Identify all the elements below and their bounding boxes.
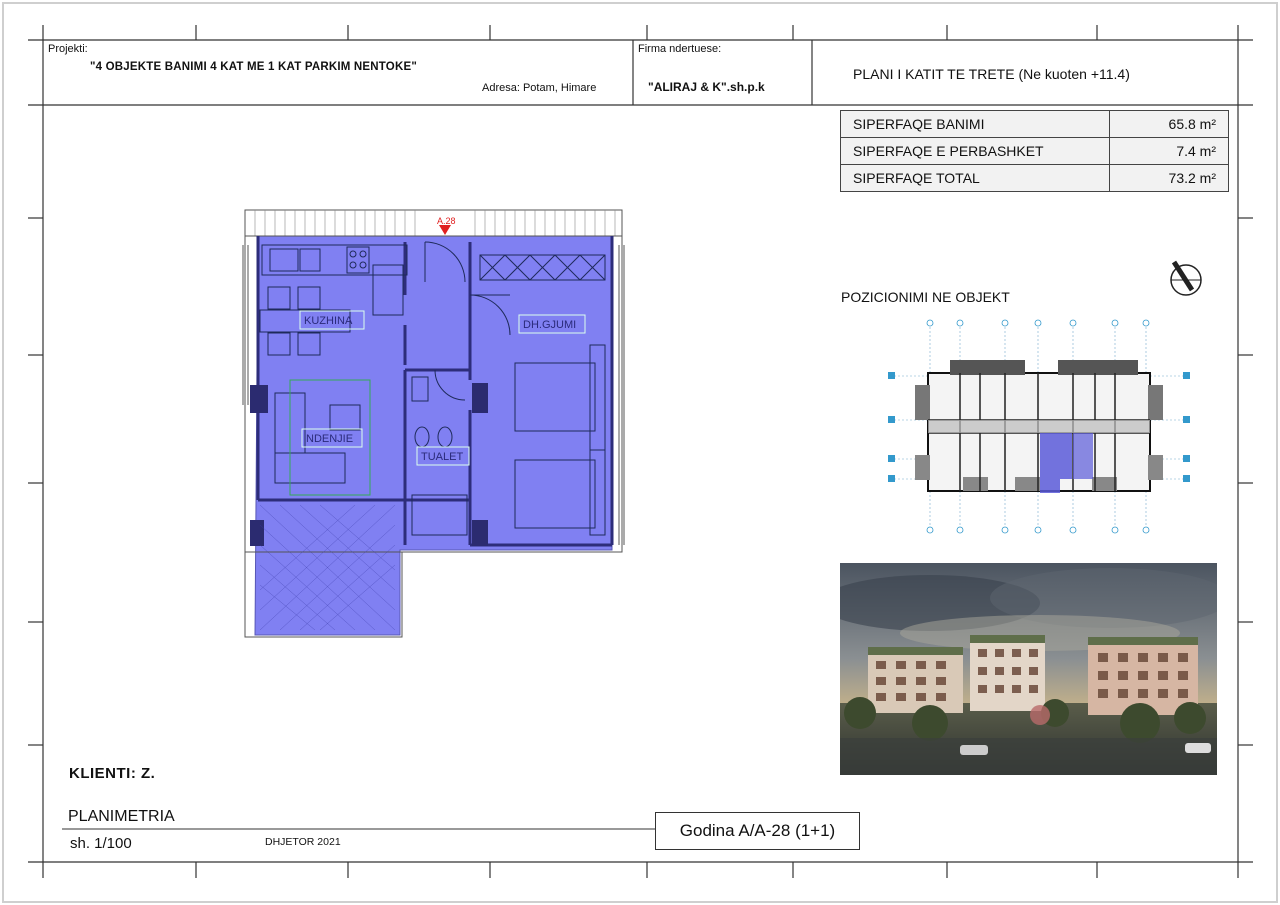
area-value: 65.8 m² bbox=[1109, 110, 1229, 138]
table-row: SIPERFAQE BANIMI 65.8 m² bbox=[840, 110, 1229, 138]
klienti-label: KLIENTI: Z. bbox=[69, 765, 156, 782]
area-label: SIPERFAQE BANIMI bbox=[840, 110, 1110, 138]
scale-label: sh. 1/100 bbox=[70, 835, 132, 852]
projekti-label: Projekti: bbox=[48, 43, 88, 55]
pozicionimi-title: POZICIONIMI NE OBJEKT bbox=[841, 289, 1010, 305]
north-arrow-icon bbox=[1170, 260, 1202, 296]
area-label: SIPERFAQE E PERBASHKET bbox=[840, 137, 1110, 165]
room-label-ndenjie: NDENJIE bbox=[306, 433, 353, 445]
table-row: SIPERFAQE E PERBASHKET 7.4 m² bbox=[840, 137, 1229, 165]
room-label-kuzhina: KUZHINA bbox=[304, 315, 353, 327]
firma-label: Firma ndertuese: bbox=[638, 43, 722, 55]
godina-box: Godina A/A-28 (1+1) bbox=[655, 812, 860, 850]
unit-tag: A.28 bbox=[437, 216, 456, 226]
projekti-value: "4 OBJEKTE BANIMI 4 KAT ME 1 KAT PARKIM … bbox=[90, 61, 417, 73]
date-label: DHJETOR 2021 bbox=[265, 836, 341, 848]
firma-value: "ALIRAJ & K".sh.p.k bbox=[648, 80, 765, 94]
room-label-dhgjumi: DH.GJUMI bbox=[523, 319, 576, 331]
plan-title: PLANI I KATIT TE TRETE (Ne kuoten +11.4) bbox=[853, 66, 1130, 82]
key-plan bbox=[888, 319, 1190, 534]
planimetria-label: PLANIMETRIA bbox=[68, 808, 175, 825]
area-table: SIPERFAQE BANIMI 65.8 m² SIPERFAQE E PER… bbox=[840, 110, 1229, 192]
building-rendering-image bbox=[840, 563, 1217, 775]
room-label-tualet: TUALET bbox=[421, 451, 463, 463]
table-row: SIPERFAQE TOTAL 73.2 m² bbox=[840, 164, 1229, 192]
area-label: SIPERFAQE TOTAL bbox=[840, 164, 1110, 192]
floor-plan: A.28 KUZHINA DH.GJUMI NDENJIE TUALET bbox=[242, 209, 625, 638]
area-value: 73.2 m² bbox=[1109, 164, 1229, 192]
area-value: 7.4 m² bbox=[1109, 137, 1229, 165]
address-text: Adresa: Potam, Himare bbox=[482, 82, 597, 94]
